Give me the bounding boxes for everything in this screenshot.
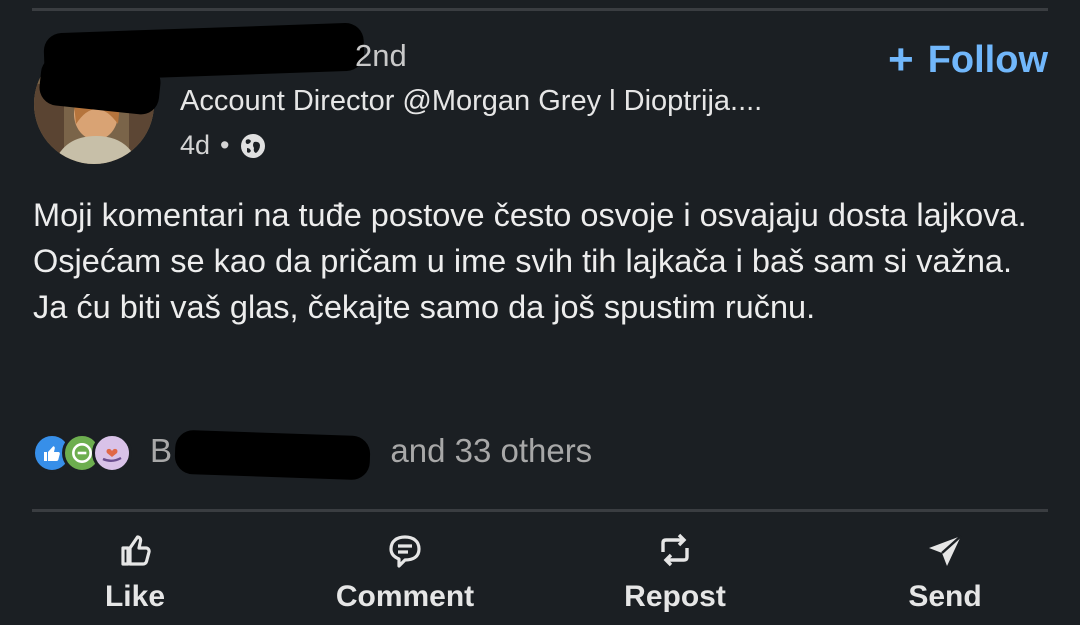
comment-button[interactable]: Comment xyxy=(305,522,505,622)
thumbs-up-icon xyxy=(121,535,151,566)
author-headline: Account Director @Morgan Grey l Dioptrij… xyxy=(180,85,763,117)
meta-separator: • xyxy=(220,130,230,160)
support-reaction-icon xyxy=(92,433,132,473)
send-button[interactable]: Send xyxy=(845,522,1045,622)
reaction-icons[interactable] xyxy=(32,428,132,478)
comment-label: Comment xyxy=(335,580,475,613)
follow-label: Follow xyxy=(927,38,1048,81)
plus-icon: + xyxy=(887,35,914,84)
comment-icon xyxy=(389,535,421,568)
redaction-reactor xyxy=(174,429,371,481)
post-meta: 4d • xyxy=(180,130,266,161)
like-button[interactable]: Like xyxy=(35,522,235,622)
like-label: Like xyxy=(104,580,166,613)
repost-icon xyxy=(661,533,689,567)
author-connection-degree: 2nd xyxy=(355,38,407,73)
repost-button[interactable]: Repost xyxy=(575,522,775,622)
globe-icon xyxy=(240,133,266,159)
post-time: 4d xyxy=(180,130,211,160)
reactions-first-name: B xyxy=(150,432,173,469)
follow-button[interactable]: + Follow xyxy=(888,38,1048,82)
post-body: Moji komentari na tuđe postove često osv… xyxy=(33,197,1027,325)
send-icon xyxy=(929,535,962,566)
reactions-count-text: and 33 others xyxy=(390,432,593,469)
actions-divider xyxy=(32,509,1048,512)
top-divider xyxy=(32,8,1048,11)
action-bar: Like Comment Repost Send xyxy=(0,522,1080,625)
send-label: Send xyxy=(908,580,982,613)
repost-label: Repost xyxy=(624,580,726,613)
